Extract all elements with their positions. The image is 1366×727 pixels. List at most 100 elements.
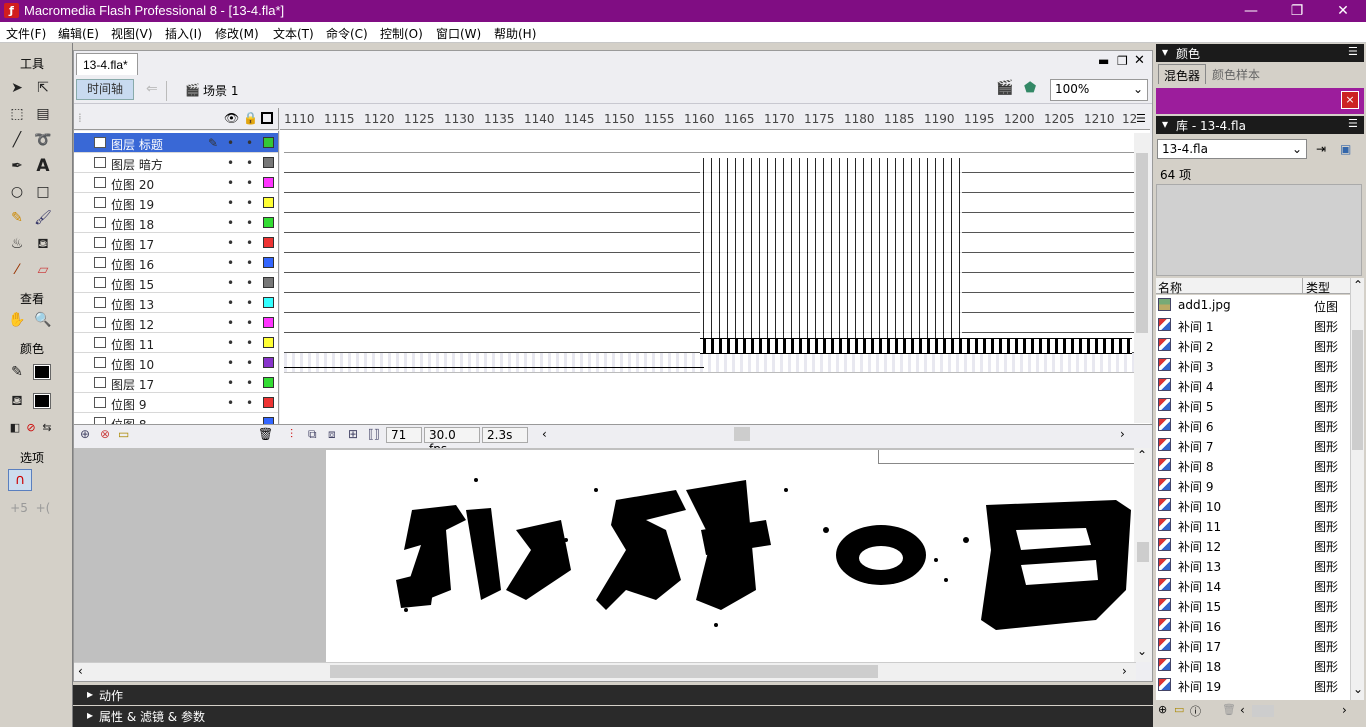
center-frame-icon[interactable]: ⫶ xyxy=(290,427,293,442)
new-symbol-icon[interactable]: ⊕ xyxy=(1158,703,1167,716)
lock-dot[interactable]: • xyxy=(246,176,253,190)
lasso-tool-icon[interactable]: ➰ xyxy=(32,129,54,151)
doc-close-icon[interactable]: ✕ xyxy=(1134,53,1145,68)
back-arrow-icon[interactable]: ⇐ xyxy=(146,81,158,97)
pen-tool-icon[interactable]: ✒ xyxy=(6,155,28,177)
library-item[interactable]: 补间 16 图形 xyxy=(1156,615,1350,635)
menu-window[interactable]: 窗口(W) xyxy=(436,25,481,42)
visibility-dot[interactable]: • xyxy=(227,296,234,310)
layer-row[interactable]: 图层 17 • • xyxy=(74,373,278,393)
lock-dot[interactable]: • xyxy=(246,196,253,210)
menu-control[interactable]: 控制(O) xyxy=(380,25,423,42)
library-item[interactable]: 补间 17 图形 xyxy=(1156,635,1350,655)
scroll-thumb[interactable] xyxy=(1352,330,1363,450)
keyframe-block[interactable] xyxy=(700,158,962,338)
frame-row[interactable] xyxy=(284,133,1134,153)
rectangle-tool-icon[interactable]: □ xyxy=(32,181,54,203)
minimize-button[interactable]: — xyxy=(1228,0,1274,22)
brush-tool-icon[interactable]: 🖌 xyxy=(32,207,54,229)
stage-hscroll[interactable]: ‹ › xyxy=(74,662,1136,680)
library-item[interactable]: 补间 11 图形 xyxy=(1156,515,1350,535)
menu-view[interactable]: 视图(V) xyxy=(111,25,153,42)
chevron-right-icon[interactable]: › xyxy=(1342,703,1347,717)
arrow-tool-icon[interactable]: ➤ xyxy=(6,77,28,99)
paint-bucket-icon[interactable]: ⛾ xyxy=(32,233,54,255)
stroke-color-swatch[interactable] xyxy=(33,364,51,380)
layer-color-swatch[interactable] xyxy=(263,257,274,268)
scroll-thumb[interactable] xyxy=(1136,153,1148,333)
library-item[interactable]: 补间 4 图形 xyxy=(1156,375,1350,395)
ink-bottle-icon[interactable]: ♨ xyxy=(6,233,28,255)
hand-tool-icon[interactable]: ✋ xyxy=(6,309,28,331)
lock-dot[interactable]: • xyxy=(246,156,253,170)
text-tool-icon[interactable]: A xyxy=(32,155,54,177)
swatches-tab[interactable]: 颜色样本 xyxy=(1212,66,1260,83)
menu-file[interactable]: 文件(F) xyxy=(6,25,46,42)
lock-dot[interactable]: • xyxy=(246,296,253,310)
layer-row[interactable]: 位图 15 • • xyxy=(74,273,278,293)
layer-row[interactable]: 位图 18 • • xyxy=(74,213,278,233)
doc-restore-icon[interactable]: ❐ xyxy=(1117,54,1128,68)
visibility-dot[interactable]: • xyxy=(227,316,234,330)
visibility-dot[interactable]: • xyxy=(227,336,234,350)
properties-panel-bar[interactable]: ▸ 属性 & 滤镜 & 参数 xyxy=(73,706,1153,727)
panel-menu-icon[interactable]: ☰ xyxy=(1348,45,1358,58)
layer-row[interactable]: 位图 10 • • xyxy=(74,353,278,373)
layer-color-swatch[interactable] xyxy=(263,357,274,368)
stage-canvas[interactable] xyxy=(326,450,1134,662)
fill-color-icon[interactable]: ⛾ xyxy=(6,390,28,412)
layer-color-swatch[interactable] xyxy=(263,157,274,168)
onion-skin-icon[interactable]: ⧉ xyxy=(308,427,317,442)
lock-dot[interactable]: • xyxy=(246,256,253,270)
edit-multiple-frames-icon[interactable]: ⊞ xyxy=(348,427,358,441)
layer-row[interactable]: 位图 11 • • xyxy=(74,333,278,353)
add-guide-icon[interactable]: ⊗ xyxy=(100,427,110,441)
swap-colors-icon[interactable]: ⇆ xyxy=(36,417,58,439)
snap-magnet-icon[interactable]: ∩ xyxy=(8,469,32,491)
visibility-dot[interactable]: • xyxy=(227,176,234,190)
library-item[interactable]: 补间 12 图形 xyxy=(1156,535,1350,555)
library-item[interactable]: 补间 9 图形 xyxy=(1156,475,1350,495)
layer-row[interactable]: 位图 17 • • xyxy=(74,233,278,253)
frame-ruler[interactable]: 1110 1115 1120 1125 1130 1135 1140 1145 … xyxy=(280,108,1150,130)
layer-color-swatch[interactable] xyxy=(263,317,274,328)
zoom-select[interactable]: 100% ⌄ xyxy=(1050,79,1148,101)
layer-row[interactable]: 位图 13 • • xyxy=(74,293,278,313)
library-item[interactable]: 补间 15 图形 xyxy=(1156,595,1350,615)
onion-outline-icon[interactable]: ⧈ xyxy=(328,427,336,442)
layer-row[interactable]: 位图 12 • • xyxy=(74,313,278,333)
chevron-up-icon[interactable]: ⌃ xyxy=(1137,448,1147,462)
subselect-tool-icon[interactable]: ⇱ xyxy=(32,77,54,99)
library-item[interactable]: 补间 2 图形 xyxy=(1156,335,1350,355)
library-item[interactable]: 补间 7 图形 xyxy=(1156,435,1350,455)
library-item[interactable]: 补间 13 图形 xyxy=(1156,555,1350,575)
edit-scene-icon[interactable]: 🎬 xyxy=(996,80,1013,96)
gradient-transform-icon[interactable]: ▤ xyxy=(32,103,54,125)
pencil-tool-icon[interactable]: ✎ xyxy=(6,207,28,229)
straighten-icon[interactable]: +( xyxy=(32,497,54,519)
fill-color-swatch[interactable] xyxy=(33,393,51,409)
actions-panel-bar[interactable]: ▸ 动作 xyxy=(73,685,1153,705)
col-name-header[interactable]: 名称 xyxy=(1158,279,1182,296)
chevron-down-icon[interactable]: ⌄ xyxy=(1353,682,1363,696)
layer-row[interactable]: 位图 9 • • xyxy=(74,393,278,413)
menu-help[interactable]: 帮助(H) xyxy=(494,25,536,42)
library-item[interactable]: 补间 14 图形 xyxy=(1156,575,1350,595)
edit-symbols-icon[interactable]: ⬟ xyxy=(1024,80,1036,96)
chevron-left-icon[interactable]: ‹ xyxy=(78,664,83,678)
lock-icon[interactable]: 🔒 xyxy=(243,111,258,125)
layer-color-swatch[interactable] xyxy=(263,237,274,248)
library-item[interactable]: 补间 10 图形 xyxy=(1156,495,1350,515)
hscroll-thumb[interactable] xyxy=(734,427,750,441)
visibility-dot[interactable]: • xyxy=(227,256,234,270)
lock-dot[interactable]: • xyxy=(246,376,253,390)
hscroll-thumb[interactable] xyxy=(1252,705,1274,717)
smooth-icon[interactable]: +5 xyxy=(8,497,30,519)
oval-tool-icon[interactable]: ○ xyxy=(6,181,28,203)
close-button[interactable]: ✕ xyxy=(1320,0,1366,22)
visibility-dot[interactable]: • xyxy=(227,216,234,230)
modify-markers-icon[interactable]: ⟦⟧ xyxy=(368,427,380,441)
lock-dot[interactable]: • xyxy=(246,236,253,250)
outline-icon[interactable] xyxy=(261,112,273,124)
timeline-vscroll[interactable] xyxy=(1134,133,1150,423)
